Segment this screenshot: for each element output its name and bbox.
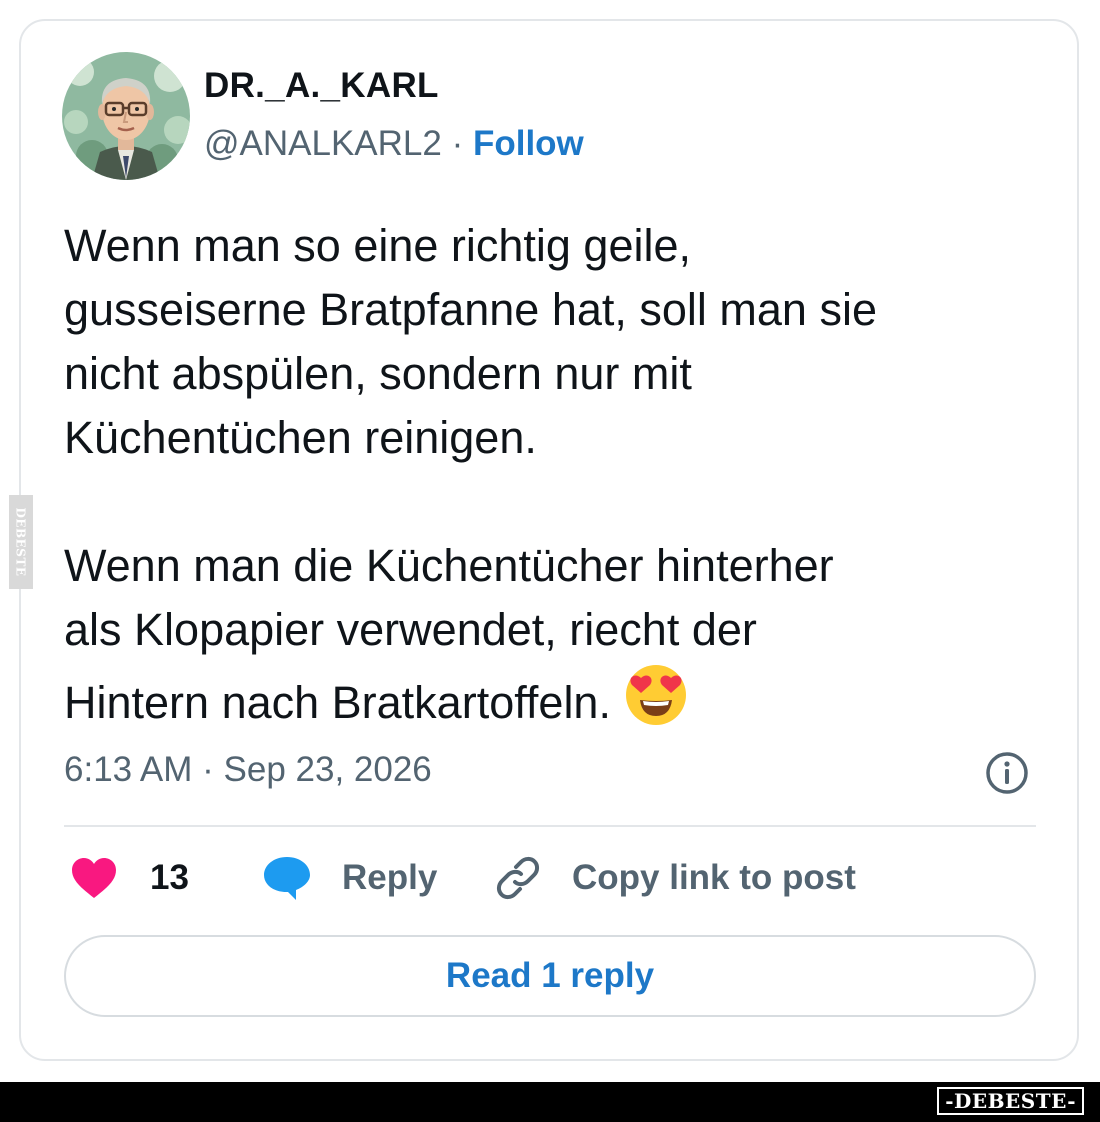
- info-icon[interactable]: [984, 750, 1030, 796]
- copy-link-button[interactable]: Copy link to post: [494, 852, 856, 904]
- copy-link-label: Copy link to post: [572, 858, 856, 897]
- handle-separator: ·: [441, 124, 473, 163]
- reply-label: Reply: [342, 858, 438, 897]
- side-watermark: DEBESTE: [9, 495, 33, 589]
- speech-bubble-icon: [264, 857, 310, 900]
- side-watermark-text: DEBESTE: [14, 507, 28, 577]
- reply-button[interactable]: Reply: [262, 852, 437, 904]
- follow-button[interactable]: Follow: [473, 124, 584, 163]
- tweet-text: Wenn man so eine richtig geile, gusseise…: [64, 214, 1054, 735]
- link-icon: [496, 856, 540, 900]
- heart-eyes-emoji-icon: [623, 662, 689, 728]
- tweet-timestamp[interactable]: 6:13 AM · Sep 23, 2026: [64, 750, 432, 790]
- like-count: 13: [150, 858, 189, 897]
- like-button[interactable]: 13: [70, 852, 189, 904]
- author-handle-row: @ANALKARL2 · Follow: [204, 124, 584, 164]
- divider: [64, 825, 1036, 827]
- read-replies-button[interactable]: Read 1 reply: [64, 935, 1036, 1017]
- bottom-watermark-bar: -DEBESTE-: [0, 1082, 1100, 1122]
- author-handle[interactable]: @ANALKARL2: [204, 124, 442, 163]
- heart-icon: [72, 858, 116, 898]
- tweet-paragraph-2-text: Wenn man die Küchentücher hinterher als …: [64, 540, 834, 728]
- tweet-paragraph-2: Wenn man die Küchentücher hinterher als …: [64, 534, 1054, 735]
- author-display-name[interactable]: DR._A._KARL: [204, 66, 439, 106]
- tweet-paragraph-1: Wenn man so eine richtig geile, gusseise…: [64, 220, 877, 463]
- debeste-logo: -DEBESTE-: [937, 1087, 1084, 1115]
- author-avatar[interactable]: [62, 52, 190, 180]
